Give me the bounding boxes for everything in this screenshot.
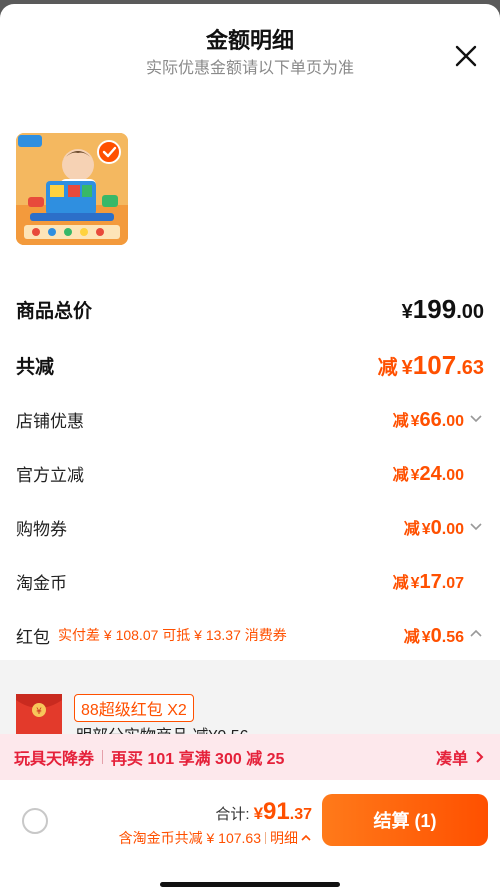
currency-symbol: ¥ xyxy=(401,300,413,323)
discount-label: 官方立减 xyxy=(16,465,84,485)
discount-decimal: .56 xyxy=(441,628,464,646)
currency-symbol: ¥ xyxy=(253,804,264,823)
currency-symbol: ¥ xyxy=(421,628,431,646)
discount-label: 红包 xyxy=(16,627,50,647)
total-reduction-integer: 107 xyxy=(412,349,457,380)
sheet-subtitle: 实际优惠金额请以下单页为准 xyxy=(145,60,354,77)
currency-symbol: ¥ xyxy=(410,574,420,592)
home-indicator xyxy=(160,882,340,887)
redpacket-label-group: 红包 实付差 ¥ 108.07 可抵 ¥ 13.37 消费券 xyxy=(16,623,287,648)
chevron-up-icon[interactable] xyxy=(468,626,484,642)
checkout-button[interactable]: 结算 (1) xyxy=(322,794,488,846)
close-icon[interactable] xyxy=(454,44,478,68)
discount-integer: 0 xyxy=(430,624,442,647)
chevron-up-icon[interactable] xyxy=(300,832,312,844)
discount-prefix: 减 xyxy=(392,412,409,430)
add-items-link[interactable]: 凑单 xyxy=(436,745,486,769)
detail-toggle[interactable]: 明细 xyxy=(270,828,298,848)
chevron-right-icon xyxy=(476,751,484,763)
total-price-label: 商品总价 xyxy=(16,300,93,322)
chevron-down-icon[interactable] xyxy=(468,410,484,426)
add-items-label: 凑单 xyxy=(435,751,468,768)
reduce-prefix: 减 xyxy=(377,356,398,379)
currency-symbol: ¥ xyxy=(410,466,420,484)
red-envelope-icon: ¥ xyxy=(16,694,62,734)
total-price-value: ¥ 199 .00 xyxy=(402,294,484,325)
discount-label: 购物券 xyxy=(16,519,67,539)
discount-label: 店铺优惠 xyxy=(16,411,84,431)
discount-prefix: 减 xyxy=(403,628,420,646)
order-total-integer: 91 xyxy=(263,798,290,825)
order-total-sub: 含淘金币共减 ¥ 107.63 明细 xyxy=(119,828,312,848)
order-total-label: 合计: xyxy=(215,806,250,823)
total-price-integer: 199 xyxy=(412,293,457,324)
discount-row-shop[interactable]: 店铺优惠 减 ¥ 66 .00 xyxy=(16,404,484,434)
discount-row-official: 官方立减 减 ¥ 24 .00 xyxy=(16,458,484,488)
discount-decimal: .00 xyxy=(441,466,464,484)
order-total-decimal: .37 xyxy=(289,806,312,823)
order-total: 合计: ¥ 91 .37 xyxy=(215,798,312,826)
currency-symbol: ¥ xyxy=(421,520,431,538)
currency-symbol: ¥ xyxy=(410,412,420,430)
discount-row-redpacket[interactable]: 红包 实付差 ¥ 108.07 可抵 ¥ 13.37 消费券 减 ¥ 0 .56 xyxy=(16,620,484,650)
discount-decimal: .07 xyxy=(441,574,464,592)
sheet-title: 金额明细 xyxy=(205,28,294,53)
divider xyxy=(265,832,266,844)
total-reduction-decimal: .63 xyxy=(456,356,484,379)
svg-text:¥: ¥ xyxy=(36,707,42,717)
reduction-summary: 含淘金币共减 ¥ 107.63 xyxy=(118,830,261,846)
select-all-radio[interactable] xyxy=(22,808,48,834)
total-reduction-value: 减 ¥ 107 .63 xyxy=(378,350,484,381)
sheet-header: 金额明细 实际优惠金额请以下单页为准 xyxy=(0,26,500,80)
discount-value: 减 ¥ 66 .00 xyxy=(393,407,484,432)
discount-integer: 17 xyxy=(419,570,442,593)
total-price-row: 商品总价 ¥ 199 .00 xyxy=(16,294,484,324)
promo-title: 玩具天降券 xyxy=(14,751,95,768)
amount-detail-sheet: 金额明细 实际优惠金额请以下单页为准 商品总价 ¥ 199 .00 共减 减 ¥… xyxy=(0,4,500,893)
discount-row-taojinbi: 淘金币 减 ¥ 17 .07 xyxy=(16,566,484,596)
discount-decimal: .00 xyxy=(441,520,464,538)
product-thumbnail xyxy=(16,133,128,245)
discount-integer: 24 xyxy=(419,462,442,485)
discount-value: 减 ¥ 17 .07 xyxy=(393,569,464,594)
discount-prefix: 减 xyxy=(403,520,420,538)
discount-value: 减 ¥ 0 .56 xyxy=(404,623,484,648)
discount-decimal: .00 xyxy=(441,412,464,430)
redpacket-badge: 88超级红包 X2 xyxy=(74,694,194,722)
total-reduction-label: 共减 xyxy=(16,356,55,378)
discount-integer: 66 xyxy=(419,408,442,431)
discount-value: 减 ¥ 24 .00 xyxy=(393,461,464,486)
promo-banner[interactable]: 玩具天降券 再买 101 享满 300 减 25 凑单 xyxy=(0,734,500,780)
discount-label: 淘金币 xyxy=(16,573,67,593)
discount-value: 减 ¥ 0 .00 xyxy=(404,515,484,540)
promo-divider xyxy=(102,750,104,764)
chevron-down-icon[interactable] xyxy=(468,518,484,534)
currency-symbol: ¥ xyxy=(401,356,413,379)
discount-integer: 0 xyxy=(430,516,442,539)
total-reduction-row: 共减 减 ¥ 107 .63 xyxy=(16,350,484,380)
discount-prefix: 减 xyxy=(392,574,409,592)
discount-row-coupon[interactable]: 购物券 减 ¥ 0 .00 xyxy=(16,512,484,542)
promo-text: 再买 101 享满 300 减 25 xyxy=(111,751,285,768)
checkout-bar: 合计: ¥ 91 .37 含淘金币共减 ¥ 107.63 明细 结算 (1) xyxy=(0,780,500,893)
redpacket-hint: 实付差 ¥ 108.07 可抵 ¥ 13.37 消费券 xyxy=(58,627,287,643)
discount-prefix: 减 xyxy=(392,466,409,484)
total-price-decimal: .00 xyxy=(456,300,484,323)
